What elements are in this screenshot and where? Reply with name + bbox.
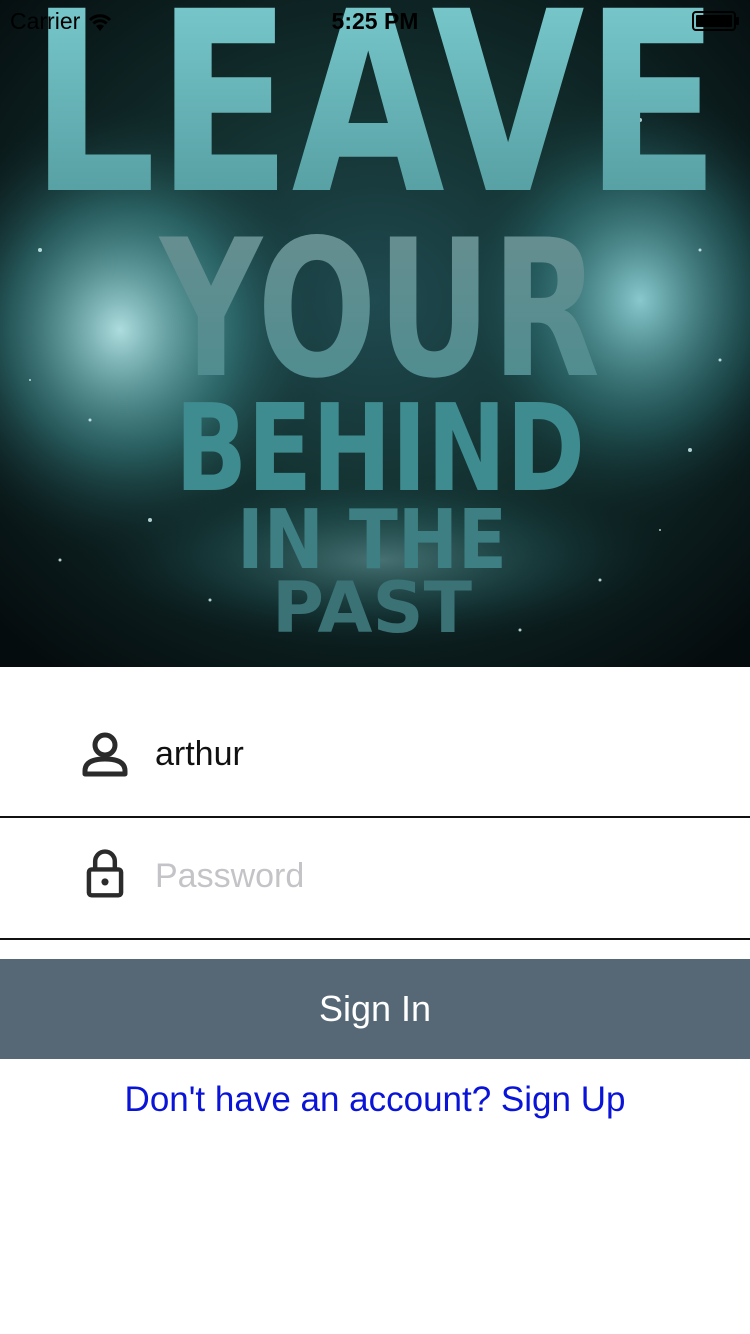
battery-icon (692, 11, 739, 31)
hero-line-5: PAST (272, 567, 472, 649)
username-input[interactable] (155, 724, 715, 784)
status-time: 5:25 PM (331, 8, 419, 34)
sign-up-link[interactable]: Don't have an account? Sign Up (0, 1080, 750, 1120)
person-icon (82, 732, 128, 777)
password-field (0, 818, 750, 940)
sign-in-button[interactable]: Sign In (0, 959, 750, 1059)
hero-image: LEAVE YOUR BEHIND IN THE PAST (0, 0, 750, 667)
username-field (0, 690, 750, 818)
lock-icon (86, 849, 124, 898)
password-input[interactable] (155, 846, 715, 906)
status-bar: Carrier 5:25 PM (0, 0, 750, 40)
hero-artwork: LEAVE YOUR BEHIND IN THE PAST (0, 0, 750, 667)
